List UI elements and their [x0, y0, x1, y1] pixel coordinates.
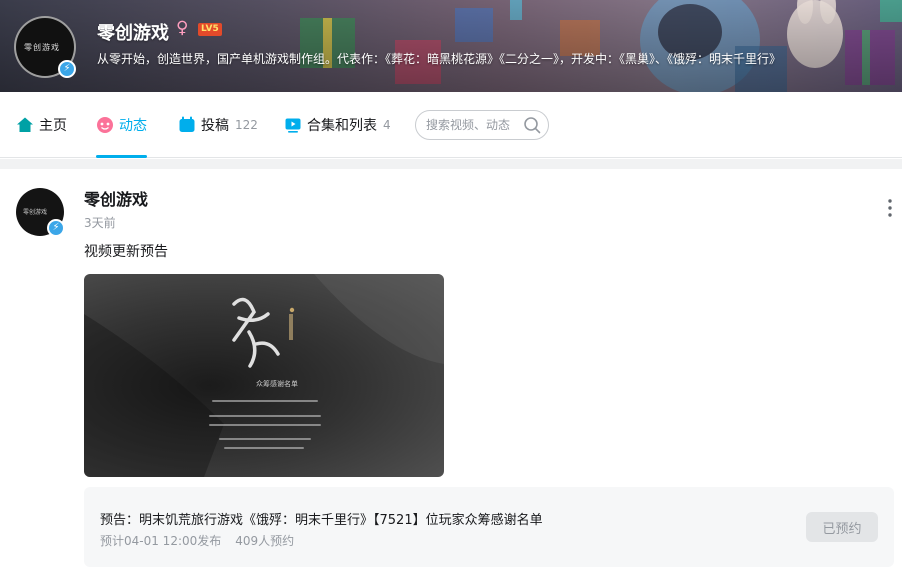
tab-home[interactable]: 主页: [16, 92, 67, 158]
post-time[interactable]: 3天前: [84, 214, 116, 231]
search-box: [415, 110, 549, 140]
reservation-count: 409人预约: [235, 534, 295, 548]
reserved-button[interactable]: 已预约: [806, 512, 878, 542]
post-avatar-logo: 零创游戏: [23, 209, 48, 216]
post-text: 视频更新预告: [84, 244, 168, 260]
reservation-title: 预告：明末饥荒旅行游戏《饿殍：明末千里行》【7521】位玩家众筹感谢名单: [100, 513, 543, 528]
profile-sign: 从零开始，创造世界，国产单机游戏制作组。代表作：《葬花：暗黑桃花源》《二分之一》…: [97, 52, 782, 66]
tab-collections[interactable]: 合集和列表 4: [284, 92, 391, 158]
more-options-icon[interactable]: [884, 198, 896, 218]
section-divider: [0, 159, 902, 169]
lightning-bolt-icon: ⚡: [47, 219, 65, 237]
collections-count: 4: [383, 118, 391, 132]
collection-icon: [285, 118, 301, 133]
tab-dynamic-label: 动态: [119, 118, 147, 134]
home-icon: [17, 117, 33, 132]
posts-count: 122: [235, 118, 258, 132]
avatar-logo: 零创游戏: [24, 43, 60, 52]
female-gender-icon: ♀: [176, 18, 189, 38]
reservation-card[interactable]: 预告：明末饥荒旅行游戏《饿殍：明末千里行》【7521】位玩家众筹感谢名单 预计0…: [84, 487, 894, 567]
dynamic-icon: [97, 117, 113, 133]
reservation-schedule: 预计04-01 12:00发布: [100, 534, 222, 548]
tab-collections-label: 合集和列表: [307, 118, 377, 134]
profile-banner: [0, 0, 902, 92]
profile-nav: 主页 动态 投稿 122 合集和列表 4: [0, 92, 902, 158]
post-image[interactable]: 众筹感谢名单: [84, 274, 444, 477]
tab-home-label: 主页: [39, 118, 67, 134]
search-icon[interactable]: [523, 116, 541, 134]
post-author-name[interactable]: 零创游戏: [84, 186, 148, 210]
video-post-icon: [179, 116, 195, 132]
lightning-bolt-icon: ⚡: [58, 60, 76, 78]
level-badge: LV5: [198, 23, 222, 36]
tab-posts-label: 投稿: [201, 118, 229, 134]
search-input[interactable]: [426, 116, 522, 134]
profile-name[interactable]: 零创游戏: [97, 19, 169, 45]
reservation-meta: 预计04-01 12:00发布 409人预约: [100, 532, 294, 549]
image-caption: 众筹感谢名单: [256, 380, 298, 388]
tab-dynamic[interactable]: 动态: [96, 92, 147, 158]
tab-posts[interactable]: 投稿 122: [178, 92, 258, 158]
